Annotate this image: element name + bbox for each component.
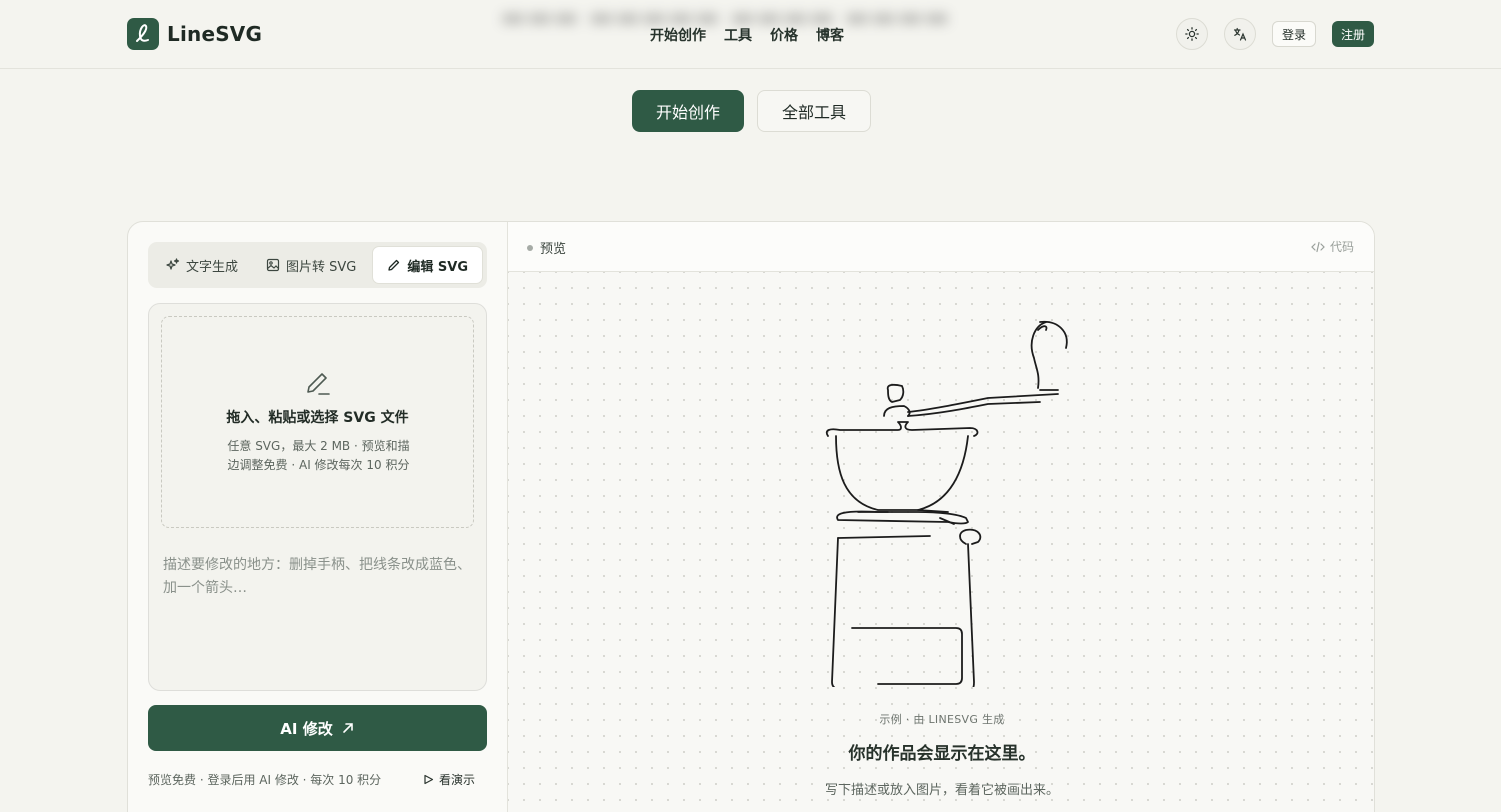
tab-image-to-svg[interactable]: 图片转 SVG — [252, 246, 370, 284]
logo-text: LineSVG — [167, 22, 263, 46]
nav-item-blog[interactable]: 博客 — [816, 25, 844, 45]
login-button[interactable]: 登录 — [1271, 21, 1316, 47]
demo-label: 看演示 — [439, 773, 476, 787]
preview-header: 预览 代码 — [508, 222, 1374, 272]
svg-dropzone[interactable]: 拖入、粘贴或选择 SVG 文件 任意 SVG，最大 2 MB · 预览和描边调整… — [161, 316, 474, 528]
input-panel: 文字生成 图片转 SVG 编辑 SVG 拖入、粘贴或选择 SVG 文件 任意 S… — [128, 222, 508, 812]
mode-tabs: 文字生成 图片转 SVG 编辑 SVG — [148, 242, 487, 288]
top-header: ▬▬▬ ▬▬▬▬▬ ▬▬▬▬ ▬▬▬▬ LineSVG 开始创作 工具 价格 博… — [0, 0, 1501, 69]
preview-panel: 预览 代码 示例 · 由 LINESVG 生成 你的作品会显示在这里。 写下描述… — [508, 222, 1374, 812]
preview-label: 预览 — [540, 242, 567, 257]
dropzone-description: 任意 SVG，最大 2 MB · 预览和描边调整免费 · AI 修改每次 10 … — [227, 439, 410, 472]
logo-icon — [127, 18, 159, 50]
play-icon — [424, 774, 434, 785]
sparkles-icon — [166, 258, 180, 270]
edit-prompt-input[interactable]: 描述要修改的地方：删掉手柄、把线条改成蓝色、加一个箭头… — [163, 554, 473, 600]
pencil-icon — [388, 259, 400, 271]
status-dot — [527, 244, 533, 251]
ai-edit-button[interactable]: AI 修改 — [148, 705, 487, 751]
coffee-grinder-illustration — [825, 320, 1068, 687]
all-tools-button[interactable]: 全部工具 — [757, 90, 872, 132]
code-label: 代码 — [1329, 240, 1354, 254]
tab-text-generate[interactable]: 文字生成 — [152, 246, 252, 284]
tab-label: 文字生成 — [186, 259, 239, 275]
translate-icon — [1233, 27, 1247, 41]
hero-actions: 开始创作 全部工具 — [632, 90, 872, 132]
ai-edit-label: AI 修改 — [280, 719, 333, 738]
dropzone-title: 拖入、粘贴或选择 SVG 文件 — [226, 410, 409, 426]
pencil-icon — [307, 373, 330, 395]
editor-card: 文字生成 图片转 SVG 编辑 SVG 拖入、粘贴或选择 SVG 文件 任意 S… — [127, 221, 1375, 812]
arrow-up-right-icon — [342, 723, 353, 733]
image-icon — [266, 258, 280, 272]
start-creating-button[interactable]: 开始创作 — [632, 90, 745, 132]
preview-tab[interactable]: 预览 — [527, 238, 566, 257]
sample-caption: 示例 · 由 LINESVG 生成 — [879, 713, 1005, 726]
empty-state-subtitle: 写下描述或放入图片，看着它被画出来。 — [824, 783, 1059, 798]
code-icon — [1311, 241, 1325, 252]
preview-canvas: 示例 · 由 LINESVG 生成 你的作品会显示在这里。 写下描述或放入图片，… — [508, 272, 1374, 812]
signup-button[interactable]: 注册 — [1331, 21, 1374, 47]
watch-demo-link[interactable]: 看演示 — [423, 771, 475, 788]
nav-item-pricing[interactable]: 价格 — [770, 25, 798, 45]
logo[interactable]: LineSVG — [127, 18, 262, 50]
empty-state-title: 你的作品会显示在这里。 — [848, 744, 1036, 764]
pricing-note: 预览免费 · 登录后用 AI 修改 · 每次 10 积分 — [148, 773, 382, 787]
code-tab[interactable]: 代码 — [1311, 238, 1354, 255]
main-nav: 开始创作 工具 价格 博客 — [650, 25, 844, 45]
tab-edit-svg[interactable]: 编辑 SVG — [372, 246, 483, 284]
nav-item-tools[interactable]: 工具 — [724, 25, 752, 45]
sun-icon — [1185, 27, 1199, 41]
header-actions: 登录 注册 — [1175, 18, 1374, 50]
language-toggle-button[interactable] — [1223, 18, 1256, 50]
theme-toggle-button[interactable] — [1175, 18, 1208, 50]
edit-input-box: 拖入、粘贴或选择 SVG 文件 任意 SVG，最大 2 MB · 预览和描边调整… — [148, 303, 487, 691]
tab-label: 编辑 SVG — [407, 259, 468, 275]
nav-item-create[interactable]: 开始创作 — [650, 25, 706, 45]
tab-label: 图片转 SVG — [286, 259, 357, 275]
